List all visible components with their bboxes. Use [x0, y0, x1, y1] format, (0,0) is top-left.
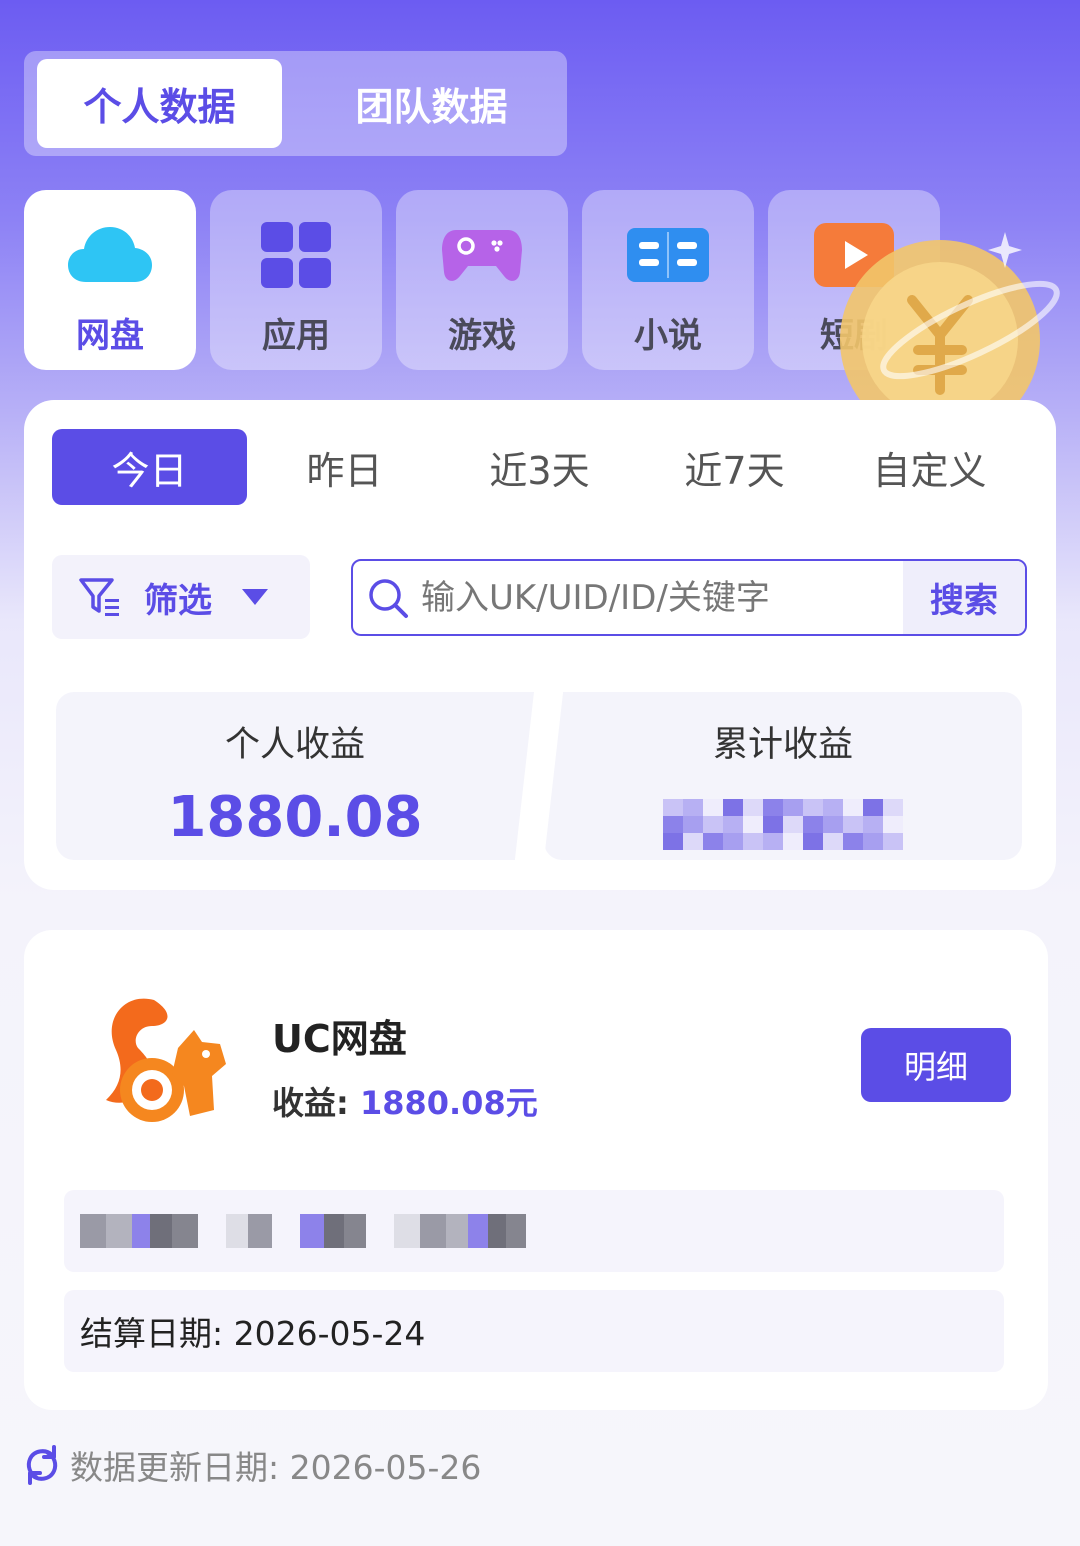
search-input[interactable]: [409, 561, 903, 634]
category-netdisk[interactable]: 网盘: [24, 190, 196, 370]
tab-today[interactable]: 今日: [52, 429, 247, 505]
tab-yesterday[interactable]: 昨日: [247, 429, 442, 505]
data-update-footer: 数据更新日期: 2026-05-26: [24, 1440, 481, 1490]
tab-last-7-days[interactable]: 近7天: [637, 429, 832, 505]
earnings-panel: 今日 昨日 近3天 近7天 自定义 筛选 搜索 个人收益 1880.08 累计收…: [24, 400, 1056, 890]
personal-earnings-box: 个人收益 1880.08: [56, 692, 534, 860]
product-income: 收益: 1880.08元: [272, 1078, 538, 1124]
filter-button[interactable]: 筛选: [52, 555, 310, 639]
category-label: 游戏: [448, 316, 516, 356]
coin-decoration-icon: [840, 232, 1060, 420]
settlement-date-text: 结算日期: 2026-05-24: [80, 1314, 426, 1353]
product-income-label: 收益:: [272, 1084, 360, 1122]
filter-label: 筛选: [144, 580, 212, 621]
product-income-value: 1880.08元: [359, 1084, 538, 1122]
product-card: UC网盘 收益: 1880.08元 明细 结算日期: 2026-05-24: [24, 930, 1048, 1410]
cloud-icon: [68, 222, 152, 288]
total-earnings-redacted: [663, 799, 903, 850]
search-icon: [369, 578, 408, 618]
category-apps[interactable]: 应用: [210, 190, 382, 370]
total-earnings-box: 累计收益: [544, 692, 1022, 860]
filter-icon: [79, 578, 119, 616]
date-range-tabs: 今日 昨日 近3天 近7天 自定义: [52, 429, 1032, 505]
search-bar: 搜索: [351, 559, 1027, 636]
refresh-icon: [26, 1445, 58, 1485]
book-icon: [626, 222, 710, 288]
uc-squirrel-logo-icon: [106, 998, 226, 1122]
category-novels[interactable]: 小说: [582, 190, 754, 370]
category-label: 网盘: [76, 316, 144, 356]
data-scope-switch: 个人数据 团队数据: [24, 51, 567, 156]
personal-earnings-value: 1880.08: [167, 785, 423, 850]
gamepad-icon: [440, 222, 524, 288]
apps-grid-icon: [254, 222, 338, 288]
tab-personal-data[interactable]: 个人数据: [37, 59, 282, 148]
update-date-text: 数据更新日期: 2026-05-26: [70, 1448, 482, 1487]
redacted-info-row: [64, 1190, 1004, 1272]
total-earnings-label: 累计收益: [712, 725, 853, 765]
personal-earnings-label: 个人收益: [224, 725, 365, 765]
detail-button[interactable]: 明细: [861, 1028, 1011, 1102]
product-name: UC网盘: [272, 1017, 407, 1061]
category-label: 小说: [634, 316, 702, 356]
search-button[interactable]: 搜索: [903, 561, 1025, 634]
redacted-text: [80, 1214, 526, 1248]
tab-team-data[interactable]: 团队数据: [309, 59, 554, 148]
tab-custom[interactable]: 自定义: [832, 429, 1027, 505]
settlement-date-row: 结算日期: 2026-05-24: [64, 1290, 1004, 1372]
category-games[interactable]: 游戏: [396, 190, 568, 370]
category-label: 应用: [262, 316, 330, 356]
caret-down-icon: [242, 589, 268, 605]
tab-last-3-days[interactable]: 近3天: [442, 429, 637, 505]
